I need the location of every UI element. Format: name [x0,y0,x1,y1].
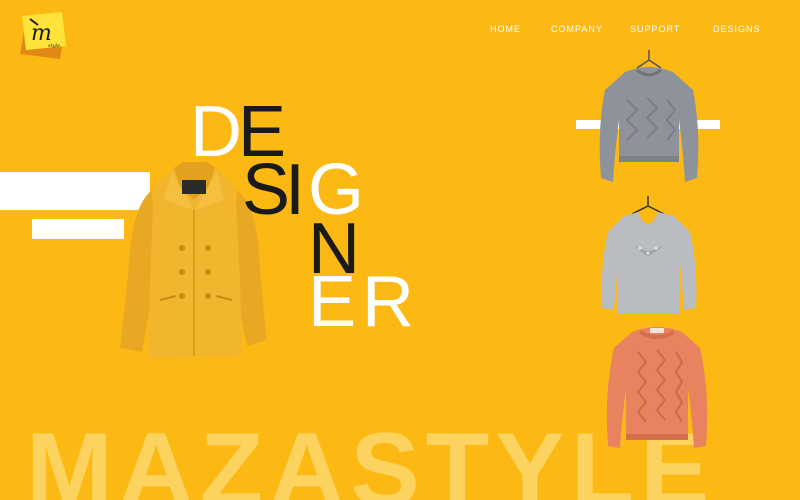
hero-letter-r: R [362,262,414,342]
sweater-coral-image [606,327,708,448]
hero-letter-e2: E [308,262,357,342]
hero-letter-i: I [285,150,306,230]
landing-page: MAZASTYLE m style HOME COMPANY SUPPORT D… [0,0,800,500]
logo-subtext: style [48,43,60,49]
decor-stripe-left-small [32,219,124,239]
nav-designs[interactable]: DESIGNS [713,24,761,34]
nav-home[interactable]: HOME [490,24,521,34]
product-grey-embellished-sweater[interactable] [598,196,700,318]
product-coral-knit-sweater[interactable] [602,322,712,452]
sweater-light-grey-image [601,196,697,314]
hero-letter-s: S [242,150,291,230]
sweater-grey-image [599,50,699,182]
hero-letter-d: D [190,92,242,172]
product-grey-cable-sweater[interactable] [597,50,701,188]
main-nav: HOME COMPANY SUPPORT DESIGNS [0,24,800,38]
nav-company[interactable]: COMPANY [551,24,603,34]
nav-support[interactable]: SUPPORT [630,24,680,34]
